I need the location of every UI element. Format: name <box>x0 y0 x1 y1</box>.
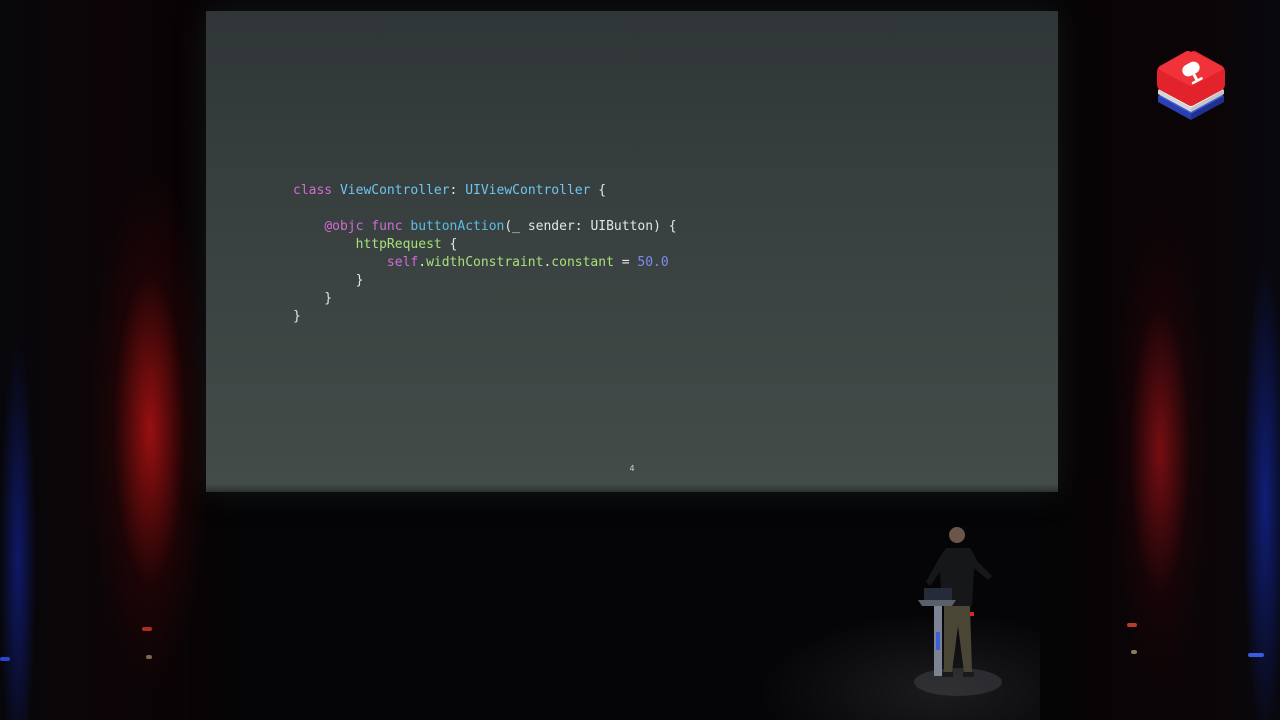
code-token-type: ViewController <box>339 183 450 198</box>
code-token-keyword: @objc <box>324 219 364 234</box>
presenter-at-podium <box>914 527 1002 696</box>
code-token-number: 50.0 <box>637 255 669 270</box>
code-token-plain: . <box>418 255 427 270</box>
code-line: class ViewController: UIViewController { <box>293 182 677 200</box>
code-token-plain: : <box>449 183 466 198</box>
stage-light <box>1248 653 1264 657</box>
code-token-plain: } <box>293 291 333 306</box>
code-token-keyword: self <box>386 255 419 270</box>
code-line: } <box>293 308 677 326</box>
code-snippet: class ViewController: UIViewController {… <box>293 182 677 326</box>
code-token-plain: UIButton <box>590 219 654 234</box>
code-token-call: widthConstraint <box>426 255 544 270</box>
stacked-microphone-logo-icon <box>1157 51 1225 120</box>
code-token-plain: { <box>590 183 607 198</box>
code-token-plain: } <box>293 273 364 288</box>
screen-bottom-shadow <box>206 484 1058 492</box>
stage-light <box>142 627 152 631</box>
code-token-plain: { <box>441 237 458 252</box>
code-line: self.widthConstraint.constant = 50.0 <box>293 254 677 272</box>
left-curtain <box>0 0 240 720</box>
code-token-plain: = <box>613 255 638 270</box>
conference-stage: class ViewController: UIViewController {… <box>0 0 1280 720</box>
code-token-function: buttonAction <box>410 219 505 234</box>
code-token-call: httpRequest <box>355 237 442 252</box>
stage-light <box>1131 650 1137 654</box>
projection-screen: class ViewController: UIViewController {… <box>206 11 1058 492</box>
code-token-keyword: class <box>293 183 333 198</box>
code-token-plain: ) { <box>653 219 677 234</box>
code-line: @objc func buttonAction(_ sender: UIButt… <box>293 218 677 236</box>
code-token-keyword: func <box>371 219 403 234</box>
stage-light <box>146 655 152 659</box>
code-token-call: constant <box>551 255 614 270</box>
code-token-type: UIViewController <box>465 183 591 198</box>
code-line: } <box>293 272 677 290</box>
code-token-plain: } <box>293 309 301 324</box>
code-token-plain: (_ sender: <box>504 219 591 234</box>
stage-light <box>1127 623 1137 627</box>
code-line: } <box>293 290 677 308</box>
slide-page-number: 4 <box>629 464 635 473</box>
stage-light <box>0 657 10 661</box>
code-line: httpRequest { <box>293 236 677 254</box>
